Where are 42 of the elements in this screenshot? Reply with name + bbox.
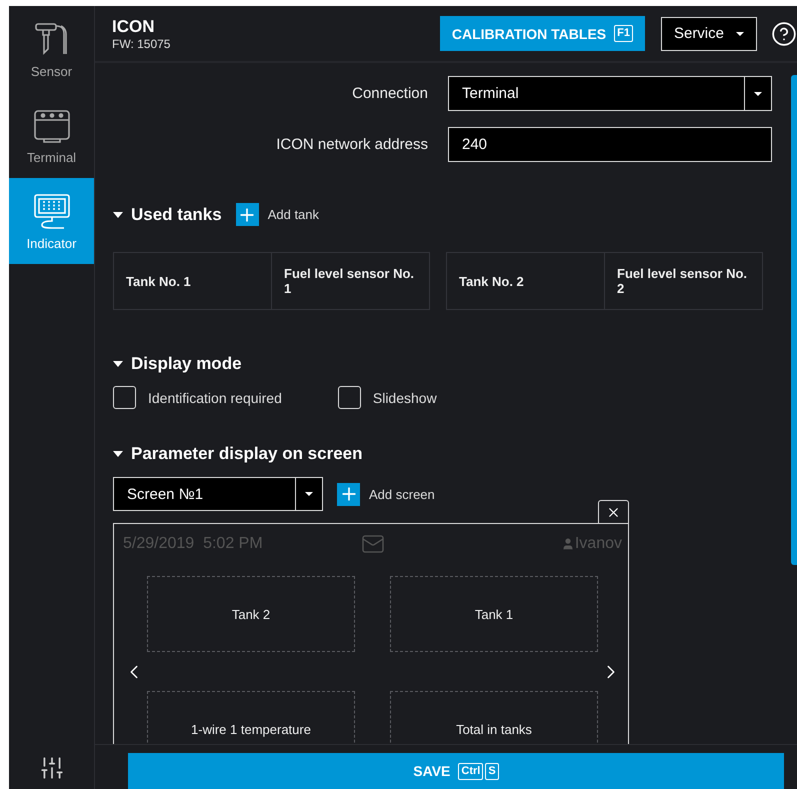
collapse-triangle-icon[interactable] xyxy=(113,361,123,367)
table-cell-text: Tank No. 1 xyxy=(125,272,192,290)
parameter-tile[interactable]: Tank 2 xyxy=(147,576,355,652)
section-title: Parameter display on screen xyxy=(131,444,363,464)
collapse-triangle-icon[interactable] xyxy=(113,451,123,457)
address-input[interactable]: 240 xyxy=(448,127,772,162)
field-label: ICON network address xyxy=(275,136,428,153)
user-icon xyxy=(560,537,575,551)
parameter-tile[interactable]: Tank 1 xyxy=(390,576,598,652)
checkbox-label: Identification required xyxy=(148,390,282,406)
checkbox[interactable] xyxy=(338,386,361,409)
display-icon xyxy=(32,192,72,232)
table-cell-text: Tank No. 2 xyxy=(458,272,525,290)
help-icon[interactable] xyxy=(771,20,797,46)
table-cell: Fuel level sensor No. 2 xyxy=(604,253,762,309)
connection-select[interactable]: Terminal xyxy=(448,76,772,111)
sidebar-item[interactable]: Sensor xyxy=(9,6,94,92)
shortcut-key: Ctrl xyxy=(458,762,484,780)
scrollbar-thumb[interactable] xyxy=(791,75,797,565)
service-dropdown[interactable]: Service xyxy=(660,16,757,50)
firmware-version: FW: 15075 xyxy=(112,36,170,50)
caret-icon xyxy=(754,92,762,96)
screen-select[interactable]: Screen №1 xyxy=(113,477,323,511)
close-button[interactable] xyxy=(598,500,629,523)
shortcut-key: S xyxy=(485,762,499,780)
table-cell: Fuel level sensor No. 1 xyxy=(271,253,429,309)
checkbox-label: Slideshow xyxy=(372,390,437,406)
device-title: ICON xyxy=(112,16,156,36)
shortcut-key: F1 xyxy=(614,25,633,42)
add-tank-button[interactable]: Add tank xyxy=(236,203,320,226)
settings-icon[interactable] xyxy=(38,755,64,781)
add-screen-button[interactable]: Add screen xyxy=(337,482,435,506)
field-label: Connection xyxy=(351,85,428,102)
user-name: Ivanov xyxy=(574,535,622,553)
collapse-triangle-icon[interactable] xyxy=(113,212,123,218)
checkbox[interactable] xyxy=(113,386,136,409)
caret-icon xyxy=(736,32,744,36)
date-time: 5/29/2019 5:02 PM xyxy=(123,535,264,553)
section-title: Used tanks xyxy=(131,204,222,224)
sidebar-item[interactable]: Terminal xyxy=(9,92,94,178)
caret-icon xyxy=(305,492,313,496)
section-title: Display mode xyxy=(131,354,242,374)
